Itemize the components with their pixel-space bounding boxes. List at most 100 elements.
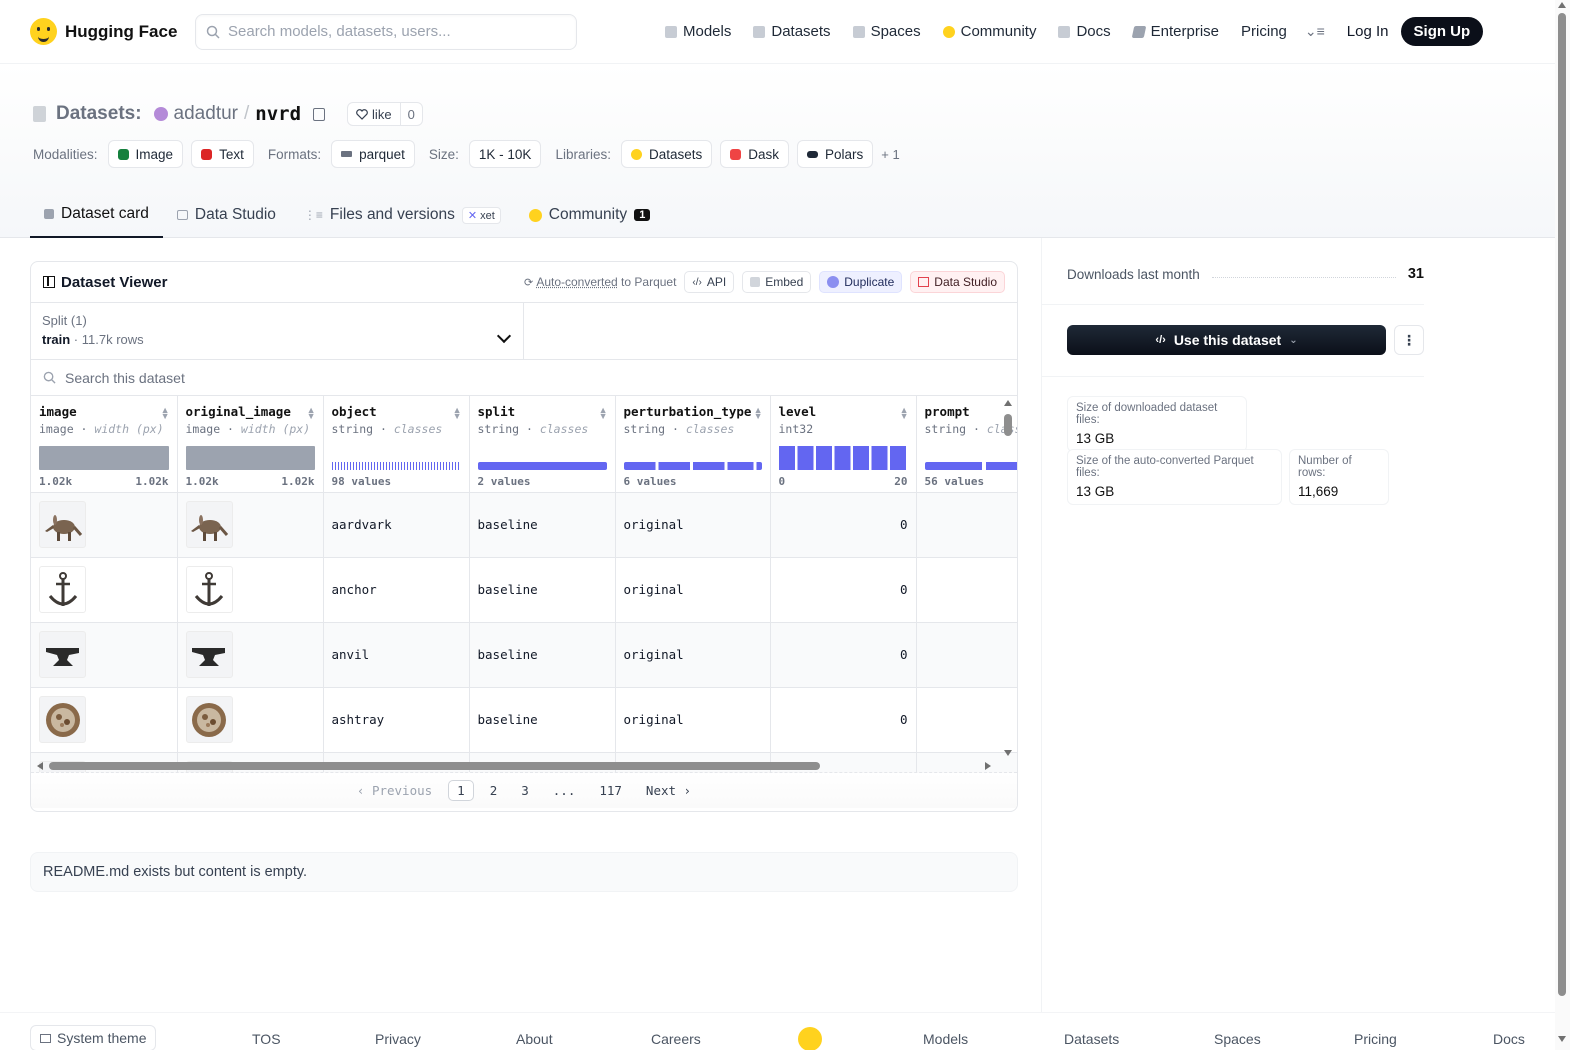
sort-icon[interactable]: ▲ ▼: [900, 406, 909, 421]
cell-object[interactable]: anchor: [323, 557, 470, 623]
col-header-perturbation-type[interactable]: perturbation_type string · classes ▲ ▼ 6 …: [615, 396, 771, 493]
page-scroll-up-icon[interactable]: [1558, 2, 1566, 8]
table-row[interactable]: aardvark baseline original 0: [31, 492, 1017, 558]
next-page-button[interactable]: Next ›: [638, 781, 699, 800]
login-link[interactable]: Log In: [1347, 23, 1389, 40]
nav-community[interactable]: Community: [942, 23, 1036, 40]
anchor-original-thumbnail[interactable]: [185, 566, 233, 613]
cell-prompt[interactable]: [916, 622, 1017, 688]
library-dask-chip[interactable]: Dask: [720, 140, 790, 168]
anvil-thumbnail[interactable]: [39, 631, 86, 678]
cell-image[interactable]: [31, 687, 178, 753]
tab-community[interactable]: Community 1: [515, 192, 665, 238]
cell-perturbation-type[interactable]: original: [615, 687, 771, 753]
modality-image-chip[interactable]: Image: [107, 140, 184, 168]
page-1-button[interactable]: 1: [448, 780, 474, 801]
data-studio-button[interactable]: Data Studio: [910, 271, 1005, 293]
repo-name[interactable]: nvrd: [255, 103, 301, 125]
owner-avatar[interactable]: [153, 107, 168, 121]
modality-text-chip[interactable]: Text: [191, 140, 254, 168]
cell-level[interactable]: 0: [770, 622, 917, 688]
col-header-original-image[interactable]: original_image image · width (px) ▲ ▼ 1.0…: [177, 396, 324, 493]
cell-original-image[interactable]: [177, 492, 324, 558]
sort-icon[interactable]: ▲ ▼: [161, 406, 170, 421]
footer-privacy[interactable]: Privacy: [375, 1031, 421, 1047]
like-button[interactable]: like 0: [347, 102, 423, 126]
size-chip[interactable]: 1K - 10K: [468, 140, 542, 168]
brand-logo[interactable]: Hugging Face: [30, 18, 195, 45]
nav-enterprise[interactable]: Enterprise: [1131, 23, 1219, 40]
aardvark-original-thumbnail[interactable]: [185, 501, 233, 548]
page-scroll-thumb[interactable]: [1558, 13, 1566, 996]
scroll-left-icon[interactable]: [37, 762, 43, 770]
cell-image[interactable]: [31, 622, 178, 688]
signup-button[interactable]: Sign Up: [1400, 17, 1484, 46]
section-label[interactable]: Datasets:: [56, 103, 142, 125]
sort-icon[interactable]: ▲ ▼: [754, 406, 763, 421]
library-polars-chip[interactable]: Polars: [797, 140, 874, 168]
table-row[interactable]: anchor baseline original 0: [31, 557, 1017, 623]
anvil-original-thumbnail[interactable]: [185, 631, 233, 678]
col-header-object[interactable]: object string · classes ▲ ▼ 98 values: [323, 396, 470, 493]
footer-docs[interactable]: Docs: [1493, 1031, 1525, 1047]
hugging-face-logo-icon[interactable]: [798, 1027, 822, 1050]
scroll-up-icon[interactable]: [1004, 400, 1012, 406]
tab-files-and-versions[interactable]: ⋮≡ Files and versions ✕ xet: [290, 192, 515, 238]
nav-docs[interactable]: Docs: [1058, 23, 1111, 40]
horizontal-scroll-thumb[interactable]: [49, 762, 820, 770]
page-3-button[interactable]: 3: [513, 781, 537, 800]
cell-image[interactable]: [31, 492, 178, 558]
ashtray-thumbnail[interactable]: [39, 696, 86, 743]
cell-split[interactable]: baseline: [469, 492, 616, 558]
duplicate-button[interactable]: Duplicate: [819, 271, 903, 293]
page-last-button[interactable]: 117: [591, 781, 630, 800]
global-search-input[interactable]: Search models, datasets, users...: [195, 13, 577, 50]
nav-datasets[interactable]: Datasets: [753, 23, 831, 40]
page-scroll-down-icon[interactable]: [1558, 1036, 1566, 1042]
previous-page-button[interactable]: ‹ Previous: [349, 781, 440, 800]
copy-icon[interactable]: [313, 107, 326, 121]
col-header-image[interactable]: image image · width (px) ▲ ▼ 1.02k 1.02k: [31, 396, 178, 493]
footer-tos[interactable]: TOS: [252, 1031, 281, 1047]
nav-spaces[interactable]: Spaces: [852, 23, 921, 40]
cell-prompt[interactable]: [916, 492, 1017, 558]
cell-level[interactable]: 0: [770, 557, 917, 623]
cell-prompt[interactable]: [916, 557, 1017, 623]
nav-models[interactable]: Models: [665, 23, 731, 40]
format-parquet-chip[interactable]: parquet: [331, 140, 415, 168]
tab-dataset-card[interactable]: Dataset card: [30, 192, 163, 238]
more-options-button[interactable]: ⋮: [1394, 325, 1424, 355]
use-this-dataset-button[interactable]: ‹/› Use this dataset ⌄: [1067, 325, 1386, 355]
footer-about[interactable]: About: [516, 1031, 553, 1047]
cell-split[interactable]: baseline: [469, 557, 616, 623]
vertical-scroll-thumb[interactable]: [1004, 414, 1012, 436]
cell-original-image[interactable]: [177, 687, 324, 753]
cell-object[interactable]: ashtray: [323, 687, 470, 753]
cell-perturbation-type[interactable]: original: [615, 492, 771, 558]
cell-original-image[interactable]: [177, 622, 324, 688]
cell-object[interactable]: anvil: [323, 622, 470, 688]
cell-object[interactable]: aardvark: [323, 492, 470, 558]
page-scrollbar[interactable]: [1555, 0, 1570, 1050]
auto-converted-link[interactable]: Auto-converted: [536, 275, 617, 289]
cell-split[interactable]: baseline: [469, 622, 616, 688]
cell-perturbation-type[interactable]: original: [615, 557, 771, 623]
cell-prompt[interactable]: [916, 687, 1017, 753]
nav-pricing[interactable]: Pricing: [1241, 23, 1287, 40]
sort-icon[interactable]: ▲ ▼: [307, 406, 316, 421]
cell-perturbation-type[interactable]: original: [615, 622, 771, 688]
col-header-split[interactable]: split string · classes ▲ ▼ 2 values: [469, 396, 616, 493]
footer-pricing[interactable]: Pricing: [1354, 1031, 1397, 1047]
table-vertical-scrollbar[interactable]: [1003, 400, 1012, 756]
cell-image[interactable]: [31, 557, 178, 623]
table-wrapper[interactable]: image image · width (px) ▲ ▼ 1.02k 1.02k o…: [31, 396, 1017, 772]
footer-models[interactable]: Models: [923, 1031, 968, 1047]
col-header-prompt[interactable]: prompt string · classes 56 values: [916, 396, 1017, 493]
system-theme-button[interactable]: System theme: [30, 1025, 157, 1050]
api-button[interactable]: ‹/› API: [684, 271, 735, 293]
aardvark-thumbnail[interactable]: [39, 501, 86, 548]
cell-level[interactable]: 0: [770, 687, 917, 753]
libraries-more[interactable]: + 1: [881, 147, 899, 162]
repo-owner[interactable]: adadtur: [174, 103, 238, 125]
table-row[interactable]: anvil baseline original 0: [31, 622, 1017, 688]
